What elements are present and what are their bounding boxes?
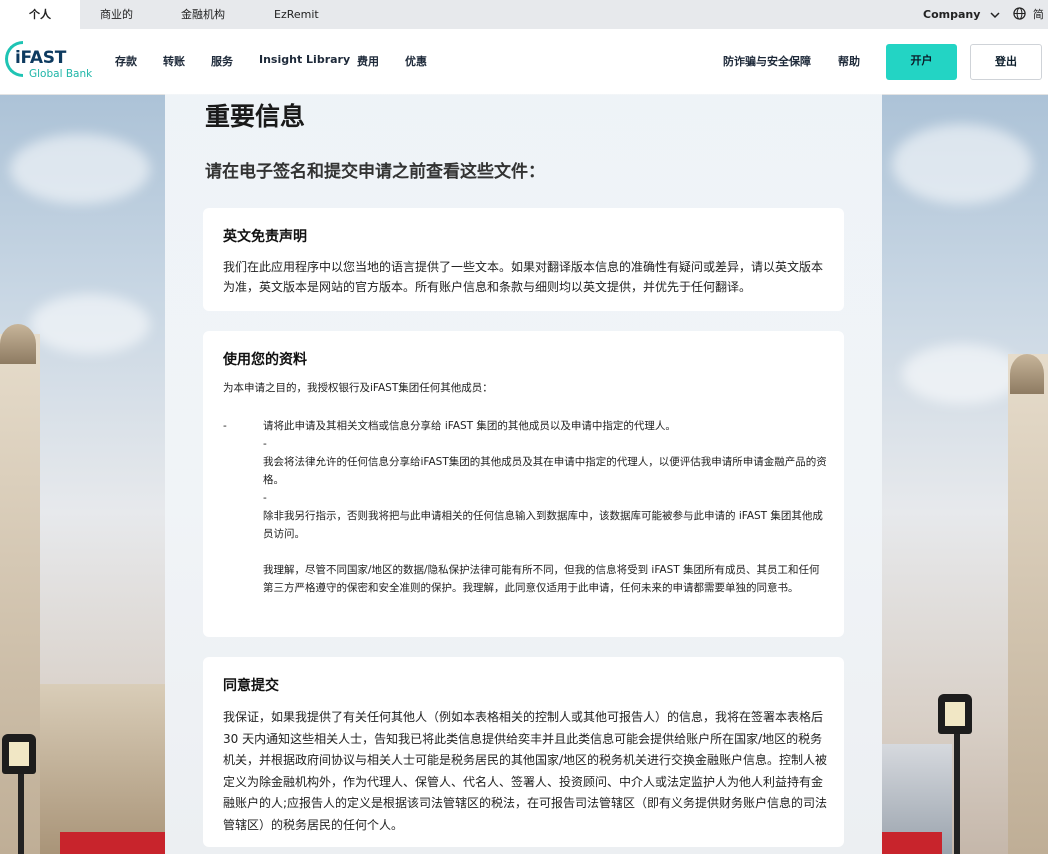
data-use-card: 使用您的资料 为本申请之目的，我授权银行及iFAST集团任何其他成员： - 请将… [203, 331, 844, 637]
chevron-down-icon [990, 1, 1000, 30]
company-selector[interactable]: Company [923, 0, 1000, 29]
nav-fees[interactable]: 费用 [357, 53, 379, 69]
company-label: Company [923, 8, 981, 21]
disclaimer-title: 英文免责声明 [223, 229, 307, 245]
nav-fraud-security[interactable]: 防诈骗与安全保障 [723, 53, 811, 69]
tab-ezremit[interactable]: EzRemit [274, 0, 319, 29]
logout-button[interactable]: 登出 [970, 44, 1042, 80]
data-use-item-4: 我理解，尽管不同国家/地区的数据/隐私保护法律可能有所不同，但我的信息将受到 i… [263, 564, 820, 594]
consent-title: 同意提交 [223, 678, 279, 694]
globe-icon [1013, 2, 1026, 31]
language-label: 简 [1032, 8, 1044, 21]
nav-deposits[interactable]: 存款 [115, 53, 137, 69]
consent-card: 同意提交 我保证，如果我提供了有关任何其他人（例如本表格相关的控制人或其他可报告… [203, 657, 844, 847]
disclaimer-card: 英文免责声明 我们在此应用程序中以您当地的语言提供了一些文本。如果对翻译版本信息… [203, 208, 844, 311]
data-use-title: 使用您的资料 [223, 352, 307, 368]
logo-name: iFAST [15, 48, 66, 68]
segment-bar: 个人 商业的 金融机构 EzRemit Company 简 [0, 0, 1048, 29]
disclaimer-body: 我们在此应用程序中以您当地的语言提供了一些文本。如果对翻译版本信息的准确性有疑问… [223, 260, 824, 294]
data-use-item-3: 除非我另行指示，否则我将把与此申请相关的任何信息输入到数据库中，该数据库可能被参… [263, 510, 823, 540]
tab-financial-institutions[interactable]: 金融机构 [181, 0, 225, 29]
ifast-logo[interactable]: iFAST Global Bank [5, 41, 100, 86]
nav-promotions[interactable]: 优惠 [405, 53, 427, 69]
nav-help[interactable]: 帮助 [838, 53, 860, 69]
background-scenery-right [882, 94, 1048, 854]
data-use-item-2: 我会将法律允许的任何信息分享给iFAST集团的其他成员及其在申请中指定的代理人，… [263, 456, 827, 486]
tab-business[interactable]: 商业的 [100, 0, 133, 29]
open-account-button[interactable]: 开户 [886, 44, 957, 80]
language-selector[interactable]: 简 [1013, 0, 1044, 29]
page-title: 重要信息 [205, 102, 306, 131]
logo-subtitle: Global Bank [29, 68, 93, 80]
tab-personal[interactable]: 个人 [0, 0, 80, 29]
data-use-intro: 为本申请之目的，我授权银行及iFAST集团任何其他成员： [223, 382, 493, 394]
nav-transfers[interactable]: 转账 [163, 53, 185, 69]
nav-services[interactable]: 服务 [211, 53, 233, 69]
page-subtitle: 请在电子签名和提交申请之前查看这些文件： [205, 162, 545, 182]
consent-body: 我保证，如果我提供了有关任何其他人（例如本表格相关的控制人或其他可报告人）的信息… [223, 710, 828, 832]
data-use-separator-2: - [263, 492, 267, 504]
data-use-item-1: 请将此申请及其相关文档或信息分享给 iFAST 集团的其他成员以及申请中指定的代… [263, 420, 676, 432]
background-scenery-left [0, 94, 165, 854]
data-use-separator-1: - [263, 438, 267, 450]
nav-insight-library[interactable]: Insight Library [259, 53, 350, 66]
data-use-bullet: - [223, 420, 227, 432]
